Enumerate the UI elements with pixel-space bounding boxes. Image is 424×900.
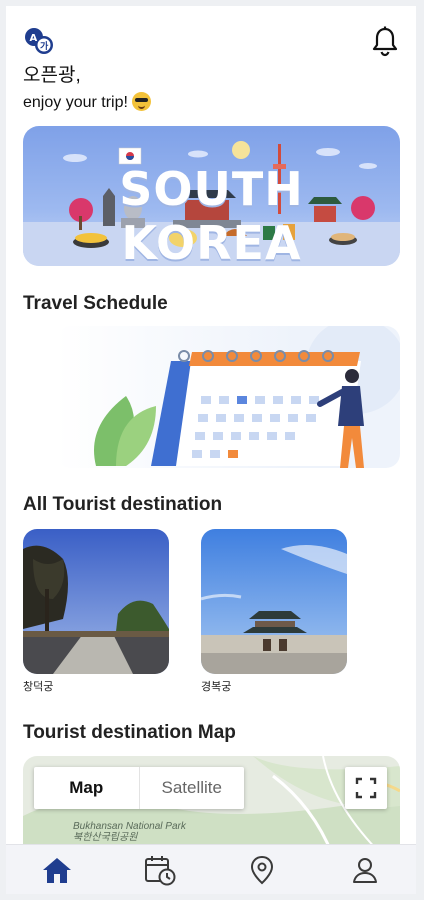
banner-title: SOUTH KOREA: [119, 162, 304, 266]
destination-name: 경복궁: [201, 681, 232, 693]
map-place-label: Bukhansan National Park 북한산국립공원: [73, 821, 186, 843]
travel-schedule-card[interactable]: [56, 326, 400, 468]
sunglasses-emoji-icon: [131, 92, 151, 111]
map-fullscreen-button[interactable]: [345, 767, 387, 809]
svg-text:가: 가: [40, 40, 49, 52]
map-type-map-button[interactable]: Map: [34, 767, 140, 809]
tab-schedule[interactable]: [109, 845, 212, 894]
home-icon: [43, 857, 72, 883]
bell-icon[interactable]: [368, 24, 402, 58]
tab-home[interactable]: [6, 845, 109, 894]
tab-places[interactable]: [211, 845, 314, 894]
destination-card[interactable]: [201, 529, 347, 674]
greeting-text: 오픈광,: [23, 65, 81, 86]
location-pin-icon: [251, 855, 274, 884]
destinations-section-title: All Tourist destination: [23, 494, 223, 515]
svg-text:A: A: [30, 33, 38, 44]
translate-logo-icon: A 가: [25, 28, 53, 54]
calendar-illustration: [94, 326, 400, 468]
destination-photo: [201, 529, 347, 674]
destination-card[interactable]: [23, 529, 169, 674]
bottom-tab-bar: [6, 844, 416, 894]
map-place-label-en: Bukhansan National Park: [73, 821, 186, 832]
app-screen: A 가 오픈광, enjoy your trip! SOUTH KOREA Tr…: [6, 6, 416, 894]
tab-profile[interactable]: [314, 845, 417, 894]
map-type-satellite-button[interactable]: Satellite: [140, 767, 245, 809]
schedule-section-title: Travel Schedule: [23, 293, 168, 314]
profile-icon: [352, 857, 377, 883]
map-section-title: Tourist destination Map: [23, 722, 236, 743]
fullscreen-icon: [355, 777, 377, 799]
calendar-clock-icon: [144, 855, 176, 885]
map-place-label-ko: 북한산국립공원: [73, 832, 138, 843]
destination-name: 창덕궁: [23, 681, 54, 693]
map-type-toggle: Map Satellite: [34, 767, 244, 809]
korea-banner[interactable]: SOUTH KOREA: [23, 126, 400, 266]
header: A 가 오픈광, enjoy your trip!: [6, 6, 416, 126]
destination-photo: [23, 529, 169, 674]
tourist-map[interactable]: Map Satellite Bukhansan National Park 북한…: [23, 756, 400, 856]
subtitle-text: enjoy your trip!: [23, 92, 151, 112]
